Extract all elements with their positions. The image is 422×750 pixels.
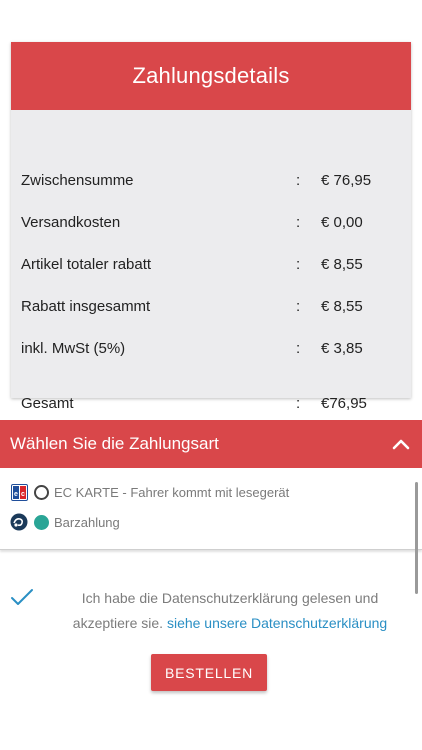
summary-row-separator: : [296,297,301,315]
payment-method-list [0,468,422,550]
summary-row-separator: : [296,339,301,357]
summary-row-value: € 0,00 [321,213,363,231]
payment-option-ec-card[interactable]: e c EC KARTE - Fahrer kommt mit lesegerä… [10,482,289,502]
ec-card-icon: e c [10,483,28,501]
payment-option-cash[interactable]: Barzahlung [10,512,120,532]
summary-row-label: Zwischensumme [21,171,134,189]
payment-list-scrollbar[interactable] [415,482,418,594]
summary-row-separator: : [296,213,301,231]
summary-row-separator: : [296,394,301,412]
payment-method-header[interactable]: Wählen Sie die Zahlungsart [0,420,422,468]
summary-row-label: Versandkosten [21,213,121,231]
summary-row-label: inkl. MwSt (5%) [21,339,126,357]
summary-row-label: Gesamt [21,394,74,412]
summary-row-shipping: Versandkosten : € 0,00 [21,211,401,233]
summary-row-value: €76,95 [321,394,367,412]
privacy-terms-text: Ich habe die Datenschutzerklärung gelese… [55,586,405,636]
payment-option-label: EC KARTE - Fahrer kommt mit lesegerät [54,484,290,500]
summary-row-subtotal: Zwischensumme : € 76,95 [21,169,401,191]
summary-row-separator: : [296,171,301,189]
ec-card-radio[interactable] [34,484,49,500]
summary-row-label: Rabatt insgesammt [21,297,151,315]
summary-row-vat: inkl. MwSt (5%) : € 3,85 [21,337,401,359]
checkmark-icon[interactable] [10,587,34,609]
summary-row-value: € 76,95 [321,171,372,189]
summary-row-total: Gesamt : €76,95 [21,392,401,414]
chevron-up-icon[interactable] [391,434,411,454]
summary-row-label: Artikel totaler rabatt [21,255,152,273]
summary-row-value: € 3,85 [321,339,363,357]
summary-row-value: € 8,55 [321,297,363,315]
privacy-policy-link[interactable]: siehe unsere Datenschutzerklärung [167,615,387,631]
summary-row-item-discount: Artikel totaler rabatt : € 8,55 [21,253,401,275]
svg-text:c: c [21,491,25,498]
summary-row-separator: : [296,255,301,273]
cash-icon [10,513,28,531]
summary-row-value: € 8,55 [321,255,363,273]
svg-text:e: e [14,491,18,498]
payment-details-title: Zahlungsdetails [11,42,411,110]
order-button[interactable]: BESTELLEN [151,654,267,691]
payment-method-title: Wählen Sie die Zahlungsart [10,434,219,453]
summary-row-total-discount: Rabatt insgesammt : € 8,55 [21,295,401,317]
payment-option-label: Barzahlung [54,514,120,530]
cash-radio[interactable] [34,514,49,530]
payment-details-card: Zahlungsdetails Zwischensumme : € 76,95 … [11,42,411,412]
